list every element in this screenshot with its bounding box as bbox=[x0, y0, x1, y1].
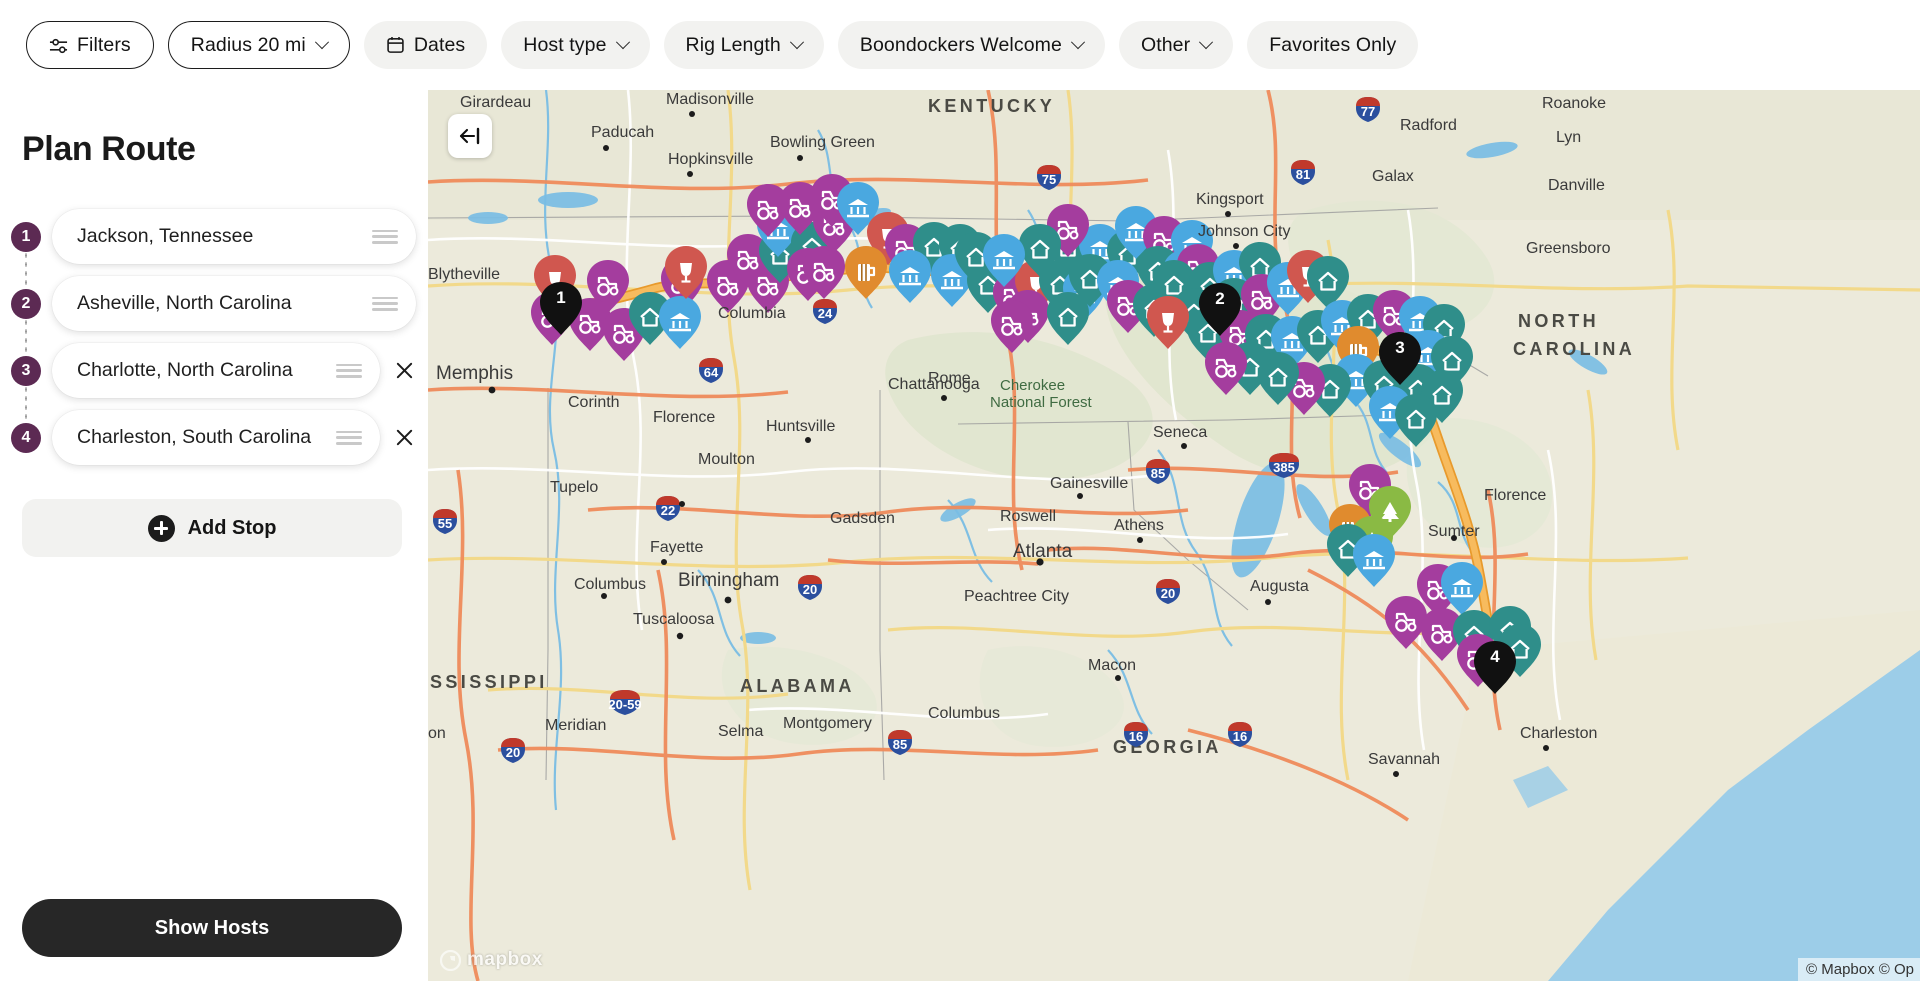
stop-number-badge: 4 bbox=[11, 422, 41, 453]
stop-number-badge: 3 bbox=[11, 355, 41, 386]
boondockers-welcome-label: Boondockers Welcome bbox=[859, 33, 1062, 56]
other-button[interactable]: Other bbox=[1118, 21, 1234, 69]
route-stop-row: 1 Jackson, Tennessee bbox=[0, 203, 428, 287]
remove-stop-3-button[interactable] bbox=[380, 361, 428, 380]
stop-input-1[interactable]: Jackson, Tennessee bbox=[52, 209, 416, 264]
mapbox-mark-icon bbox=[440, 949, 461, 971]
map-canvas[interactable]: 1 2 3 4 KENTUCKY NORTH CAROLINA ALABAMA GEOR… bbox=[428, 90, 1920, 981]
rig-length-button[interactable]: Rig Length bbox=[663, 21, 824, 69]
close-icon bbox=[396, 362, 412, 379]
host-type-button[interactable]: Host type bbox=[501, 21, 650, 69]
drag-handle-icon[interactable] bbox=[336, 430, 362, 445]
stop-number-badge: 2 bbox=[11, 288, 41, 319]
host-type-label: Host type bbox=[523, 33, 607, 56]
waypoint-2-label: 2 bbox=[1215, 289, 1224, 308]
stop-number-badge: 1 bbox=[11, 221, 41, 252]
stop-value-1: Jackson, Tennessee bbox=[77, 225, 254, 247]
drag-handle-icon[interactable] bbox=[372, 229, 398, 244]
waypoint-3-label: 3 bbox=[1395, 338, 1404, 357]
radius-label: Radius 20 mi bbox=[190, 33, 306, 56]
close-icon bbox=[396, 429, 412, 446]
waypoint-1-label: 1 bbox=[556, 288, 565, 307]
stop-connector-dots bbox=[24, 318, 28, 354]
chevron-down-icon bbox=[789, 35, 804, 50]
sliders-icon bbox=[49, 37, 68, 54]
add-stop-label: Add Stop bbox=[187, 516, 277, 539]
collapse-sidebar-button[interactable] bbox=[448, 114, 492, 158]
stop-badge-column: 1 bbox=[0, 203, 52, 287]
radius-button[interactable]: Radius 20 mi bbox=[167, 21, 350, 69]
stop-connector-dots bbox=[24, 251, 28, 287]
add-stop-button[interactable]: Add Stop bbox=[22, 499, 402, 557]
collapse-sidebar-icon bbox=[459, 127, 480, 145]
stop-input-4[interactable]: Charleston, South Carolina bbox=[52, 410, 380, 465]
poi-markers bbox=[531, 174, 1541, 687]
stop-input-2[interactable]: Asheville, North Carolina bbox=[52, 276, 416, 331]
route-stop-row: 3 Charlotte, North Carolina bbox=[0, 337, 428, 421]
waypoint-4-label: 4 bbox=[1490, 647, 1500, 666]
map-markers-layer[interactable]: 1 2 3 4 bbox=[428, 90, 1920, 981]
filters-label: Filters bbox=[77, 33, 131, 56]
stop-value-4: Charleston, South Carolina bbox=[77, 426, 312, 448]
route-stop-list: 1 Jackson, Tennessee 2 Asheville, North … bbox=[0, 203, 428, 471]
mapbox-logo[interactable]: mapbox bbox=[440, 949, 543, 971]
show-hosts-button[interactable]: Show Hosts bbox=[22, 899, 402, 957]
plus-circle-icon bbox=[147, 514, 175, 542]
remove-stop-4-button[interactable] bbox=[380, 428, 428, 447]
drag-handle-icon[interactable] bbox=[372, 296, 398, 311]
favorites-only-label: Favorites Only bbox=[1269, 33, 1397, 56]
calendar-icon bbox=[386, 35, 405, 55]
waypoint-marker-4[interactable]: 4 bbox=[1474, 641, 1516, 694]
app-root: Filters Radius 20 mi Dates Host type Rig… bbox=[0, 0, 1920, 981]
other-label: Other bbox=[1140, 33, 1191, 56]
route-stop-row: 4 Charleston, South Carolina bbox=[0, 404, 428, 471]
dates-label: Dates bbox=[413, 33, 466, 56]
chevron-down-icon bbox=[1199, 35, 1214, 50]
boondockers-welcome-button[interactable]: Boondockers Welcome bbox=[837, 21, 1105, 69]
map-attribution[interactable]: © Mapbox © Op bbox=[1798, 958, 1920, 981]
mapbox-logo-text: mapbox bbox=[467, 949, 543, 970]
dates-button[interactable]: Dates bbox=[363, 21, 488, 69]
stop-value-3: Charlotte, North Carolina bbox=[77, 359, 293, 381]
page-title: Plan Route bbox=[22, 130, 196, 168]
rig-length-label: Rig Length bbox=[685, 33, 781, 56]
chevron-down-icon bbox=[615, 35, 630, 50]
stop-connector-dots bbox=[24, 385, 28, 421]
favorites-only-button[interactable]: Favorites Only bbox=[1247, 21, 1419, 69]
chevron-down-icon bbox=[314, 35, 329, 50]
stop-input-3[interactable]: Charlotte, North Carolina bbox=[52, 343, 380, 398]
filters-button[interactable]: Filters bbox=[26, 21, 154, 69]
plan-route-sidebar: Plan Route 1 Jackson, Tennessee 2 Ashevi… bbox=[0, 90, 428, 981]
chevron-down-icon bbox=[1070, 35, 1086, 50]
route-stop-row: 2 Asheville, North Carolina bbox=[0, 270, 428, 354]
stop-value-2: Asheville, North Carolina bbox=[77, 292, 292, 314]
filter-bar: Filters Radius 20 mi Dates Host type Rig… bbox=[0, 0, 1920, 90]
drag-handle-icon[interactable] bbox=[336, 363, 362, 378]
